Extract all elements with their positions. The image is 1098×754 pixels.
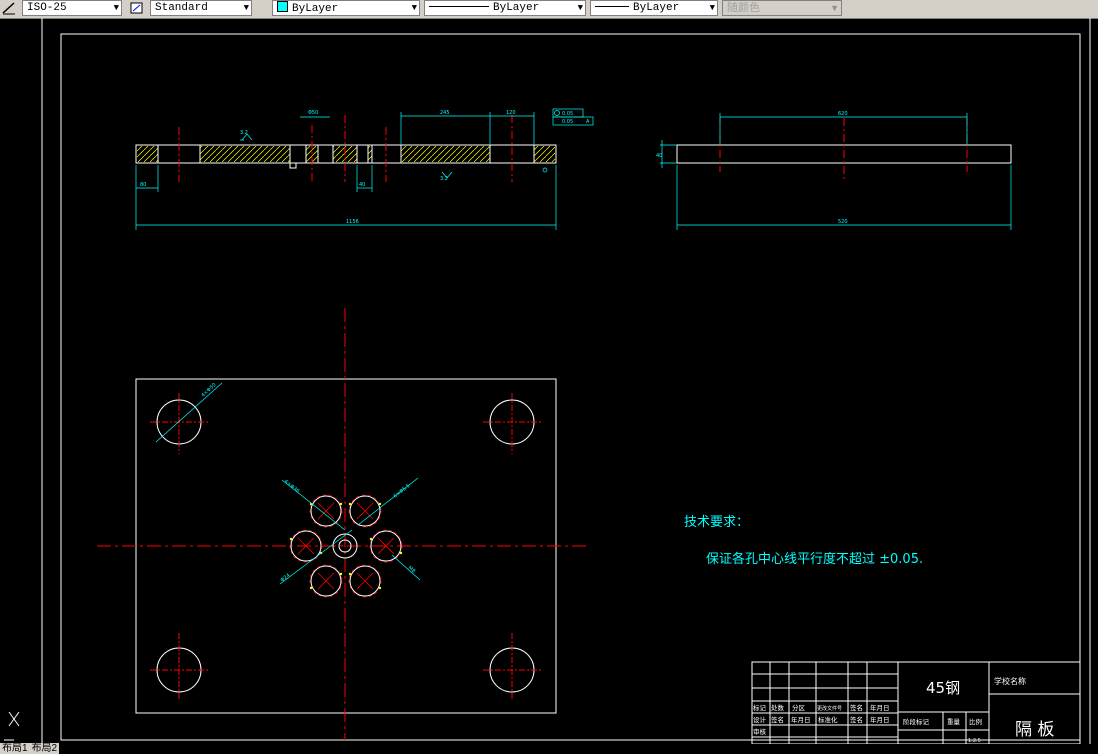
svg-text:签名: 签名 <box>850 703 863 712</box>
lineweight-select[interactable]: ByLayer ▼ <box>590 0 718 16</box>
plotstyle-select: 随颜色 ▼ <box>722 0 842 16</box>
chevron-down-icon: ▼ <box>830 3 839 13</box>
svg-text:签名: 签名 <box>850 715 863 724</box>
linetype-sample <box>429 6 489 7</box>
svg-text:3.2: 3.2 <box>240 130 248 136</box>
svg-text:设计: 设计 <box>753 715 767 724</box>
layout-tabs: 布局1 布局2 <box>0 743 300 754</box>
side-view: 620 520 40 <box>656 111 1012 230</box>
svg-text:处数: 处数 <box>771 703 785 712</box>
svg-text:4×Φ50: 4×Φ50 <box>200 382 217 398</box>
ucs-icon <box>4 711 20 741</box>
chevron-down-icon: ▼ <box>243 3 249 13</box>
svg-text:更改文件号: 更改文件号 <box>817 705 842 712</box>
material-label: 45钢 <box>926 679 960 697</box>
svg-text:标准化: 标准化 <box>818 715 838 724</box>
tab-layout2[interactable]: 布局2 <box>29 743 60 754</box>
svg-text:Φ50: Φ50 <box>308 110 318 116</box>
svg-text:年月日: 年月日 <box>870 715 890 724</box>
svg-text:阶段标记: 阶段标记 <box>903 717 930 726</box>
svg-text:分区: 分区 <box>792 703 806 712</box>
plan-view: 4×Φ50 6×Φ36 6×Φ5.5 Φ24 M8 <box>97 308 587 740</box>
svg-text:6×Φ5.5: 6×Φ5.5 <box>393 483 412 500</box>
svg-text:标记: 标记 <box>753 703 767 712</box>
color-swatch-icon <box>277 1 288 12</box>
svg-text:3.2: 3.2 <box>440 176 448 182</box>
properties-toolbar: ISO-25 ▼ Standard ▼ ByLayer ▼ ByLayer ▼ ByLa… <box>0 0 1098 19</box>
textstyle-select[interactable]: Standard ▼ <box>150 0 252 16</box>
svg-text:Φ24: Φ24 <box>280 572 292 583</box>
svg-text:40: 40 <box>656 153 662 159</box>
school-name: 学校名称 <box>994 676 1026 686</box>
svg-text:1156: 1156 <box>346 219 359 225</box>
svg-text:80: 80 <box>140 182 146 188</box>
svg-text:520: 520 <box>838 219 848 225</box>
svg-text:年月日: 年月日 <box>791 715 811 724</box>
svg-text:40: 40 <box>359 182 365 188</box>
svg-text:比例: 比例 <box>969 717 982 726</box>
svg-text:0.05: 0.05 <box>562 119 573 125</box>
lineweight-sample <box>595 6 629 7</box>
svg-text:120: 120 <box>506 110 516 116</box>
tech-requirements-heading: 技术要求： <box>684 515 749 530</box>
tab-layout1[interactable]: 布局1 <box>0 743 30 754</box>
dimstyle-select[interactable]: ISO-25 ▼ <box>22 0 122 16</box>
front-section-view: 1156 80 40 245 120 Φ50 0.05 0.05 A 3.2 3… <box>135 108 594 230</box>
svg-text:620: 620 <box>838 111 848 117</box>
chevron-down-icon: ▼ <box>113 3 119 13</box>
svg-text:重量: 重量 <box>947 718 961 726</box>
tech-requirements-note: 保证各孔中心线平行度不超过 ±0.05. <box>706 551 923 567</box>
svg-text:A: A <box>586 119 590 125</box>
svg-text:6×Φ36: 6×Φ36 <box>283 479 301 495</box>
svg-text:0.05: 0.05 <box>562 111 573 117</box>
chevron-down-icon: ▼ <box>577 3 583 13</box>
svg-text:审核: 审核 <box>753 727 767 736</box>
part-name: 隔 板 <box>1015 720 1054 740</box>
color-select[interactable]: ByLayer ▼ <box>272 0 420 16</box>
svg-text:年月日: 年月日 <box>870 703 890 712</box>
dimstyle-icon[interactable] <box>2 1 16 15</box>
title-block: 标记 处数 分区 更改文件号 签名 年月日 设计 签名 年月日 标准化 签名 年… <box>751 661 1081 744</box>
svg-text:1:2.5: 1:2.5 <box>968 738 981 744</box>
linetype-select[interactable]: ByLayer ▼ <box>424 0 586 16</box>
textstyle-icon[interactable] <box>130 1 144 15</box>
svg-text:签名: 签名 <box>771 715 784 724</box>
chevron-down-icon: ▼ <box>411 3 417 13</box>
drawing-canvas[interactable]: 1156 80 40 245 120 Φ50 0.05 0.05 A 3.2 3… <box>0 18 1098 744</box>
svg-text:M8: M8 <box>407 565 417 574</box>
svg-text:245: 245 <box>440 110 450 116</box>
chevron-down-icon: ▼ <box>709 3 715 13</box>
